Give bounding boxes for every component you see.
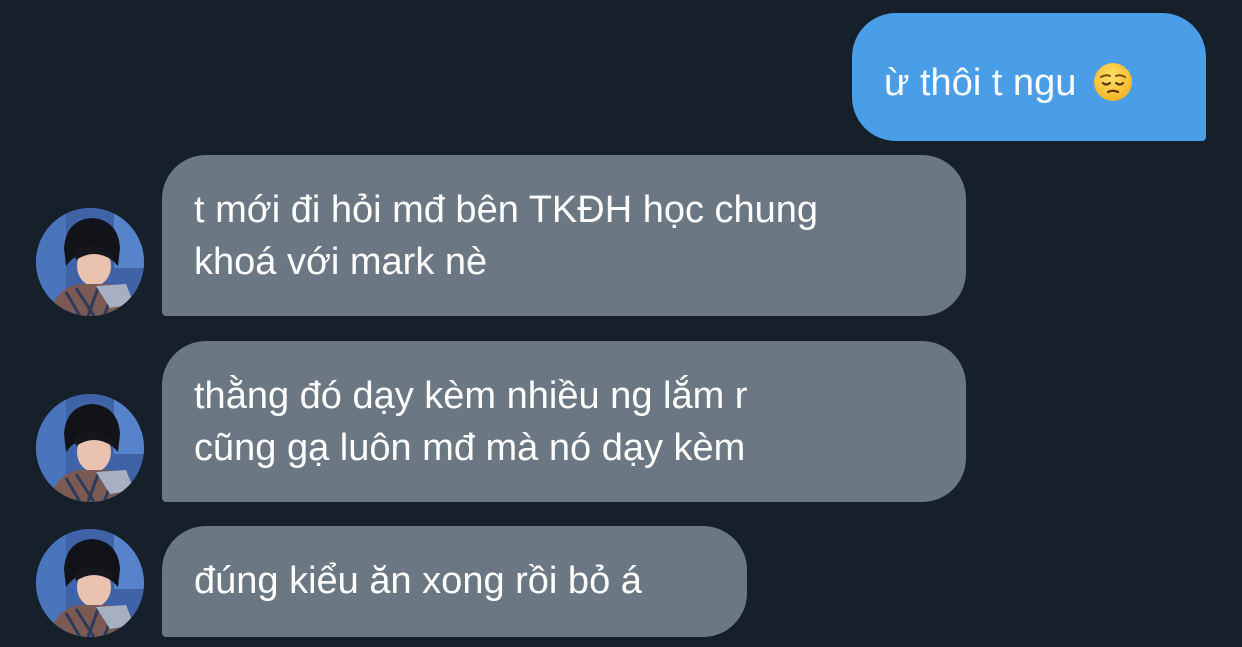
message-text-line: t mới đi hỏi mđ bên TKĐH học chung <box>194 189 819 231</box>
avatar-photo <box>36 394 144 502</box>
message-text-line: khoá với mark nè <box>194 241 488 283</box>
message-text-line: thằng đó dạy kèm nhiều ng lắm r <box>194 375 748 417</box>
incoming-message-bubble[interactable]: t mới đi hỏi mđ bên TKĐH học chung khoá … <box>162 155 966 316</box>
message-text-line: đúng kiểu ăn xong rồi bỏ á <box>194 560 642 602</box>
chat-thread: ừ thôi t ngu t mới đi hỏi mđ bên TKĐH họ… <box>0 0 1242 647</box>
avatar[interactable] <box>36 208 144 316</box>
avatar-photo <box>36 529 144 637</box>
avatar-photo <box>36 208 144 316</box>
outgoing-message-bubble[interactable]: ừ thôi t ngu <box>852 13 1206 141</box>
message-text-line: ừ thôi t ngu <box>884 57 1206 109</box>
incoming-message-bubble[interactable]: thằng đó dạy kèm nhiều ng lắm r cũng gạ … <box>162 341 966 502</box>
pensive-face-icon <box>1093 63 1132 101</box>
message-text: ừ thôi t ngu <box>884 62 1077 104</box>
avatar[interactable] <box>36 529 144 637</box>
message-text-line: cũng gạ luôn mđ mà nó dạy kèm <box>194 427 746 469</box>
incoming-message-bubble[interactable]: đúng kiểu ăn xong rồi bỏ á <box>162 526 747 637</box>
avatar[interactable] <box>36 394 144 502</box>
